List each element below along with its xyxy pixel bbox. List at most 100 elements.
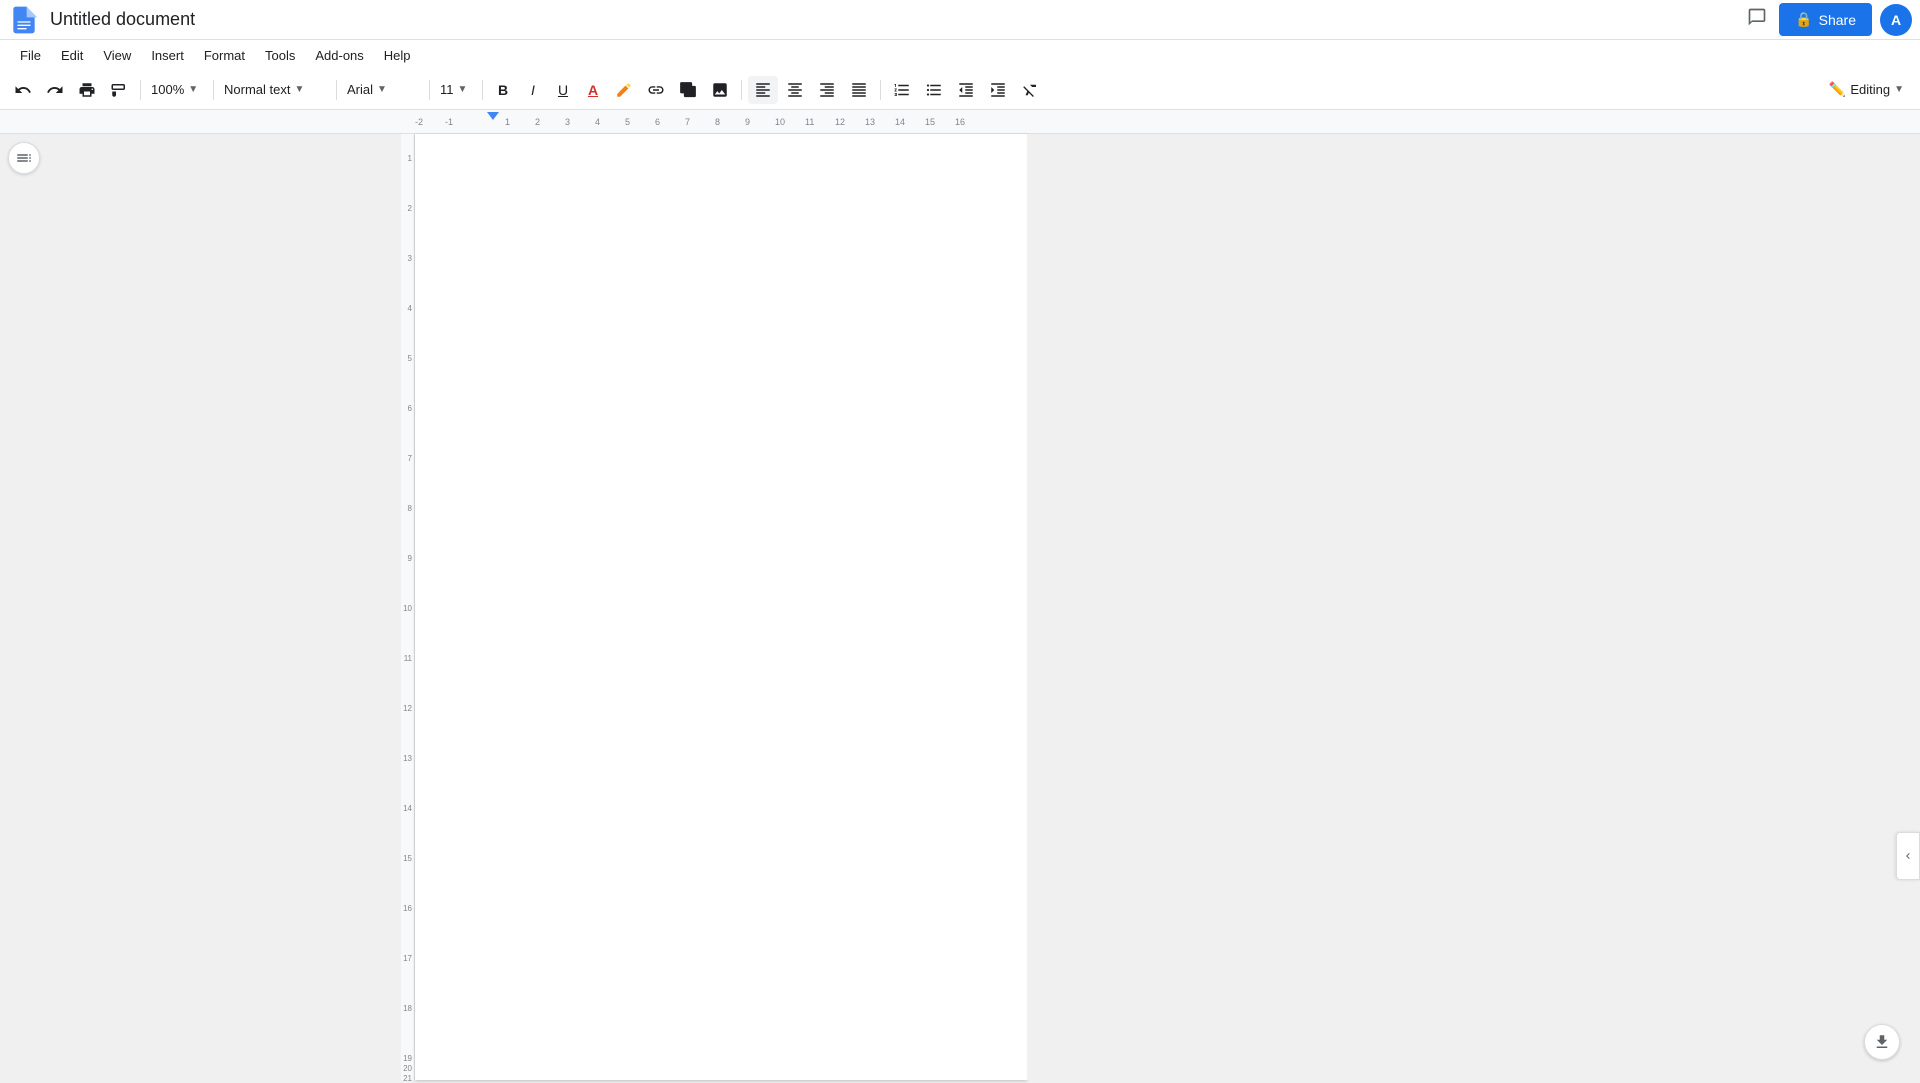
divider-2: [213, 80, 214, 100]
text-color-button[interactable]: A: [579, 76, 607, 104]
user-avatar[interactable]: A: [1880, 4, 1912, 36]
align-left-button[interactable]: [748, 76, 778, 104]
zoom-value: 100%: [151, 82, 184, 97]
editing-mode-selector[interactable]: ✏️ Editing ▼: [1821, 79, 1912, 100]
redo-button[interactable]: [40, 76, 70, 104]
v-ruler-mark: 11: [404, 654, 412, 663]
lock-icon: 🔒: [1795, 11, 1812, 28]
style-select[interactable]: Normal text ▼: [220, 80, 330, 99]
italic-button[interactable]: I: [519, 76, 547, 104]
ruler-mark: 16: [955, 117, 965, 127]
v-ruler-mark: 2: [408, 204, 412, 213]
pencil-icon: ✏️: [1829, 81, 1846, 98]
v-ruler-mark: 4: [408, 304, 412, 313]
increase-indent-button[interactable]: [983, 76, 1013, 104]
ruler-mark: 14: [895, 117, 905, 127]
divider-1: [140, 80, 141, 100]
align-right-button[interactable]: [812, 76, 842, 104]
font-size-arrow: ▼: [458, 84, 468, 95]
v-ruler-mark: 10: [403, 604, 412, 613]
ruler-mark: 10: [775, 117, 785, 127]
ordered-list-button[interactable]: [887, 76, 917, 104]
undo-button[interactable]: [8, 76, 38, 104]
v-ruler-mark: 14: [403, 804, 412, 813]
ruler-mark: 1: [505, 117, 510, 127]
paint-format-button[interactable]: [104, 76, 134, 104]
decrease-indent-button[interactable]: [951, 76, 981, 104]
indent-left-marker[interactable]: [487, 112, 499, 120]
ruler-mark: 13: [865, 117, 875, 127]
v-ruler-mark: 21: [403, 1074, 412, 1083]
ruler-mark: 12: [835, 117, 845, 127]
vertical-ruler: 1 2 3 4 5 6 7 8 9 10 11 12 13 14 15 16 1…: [401, 134, 415, 1080]
v-ruler-mark: 8: [408, 504, 412, 513]
ruler-mark: 6: [655, 117, 660, 127]
ruler-mark: 3: [565, 117, 570, 127]
v-ruler-mark: 13: [403, 754, 412, 763]
ruler-mark: -2: [415, 117, 423, 127]
ruler-mark: 5: [625, 117, 630, 127]
app-logo[interactable]: [8, 4, 40, 36]
main-layout: 1 2 3 4 5 6 7 8 9 10 11 12 13 14 15 16 1…: [0, 134, 1920, 1080]
v-ruler-mark: 1: [408, 154, 412, 163]
menu-view[interactable]: View: [95, 44, 139, 67]
v-ruler-mark: 16: [403, 904, 412, 913]
divider-6: [741, 80, 742, 100]
v-ruler-mark: 3: [408, 254, 412, 263]
v-ruler-mark: 7: [408, 454, 412, 463]
menu-tools[interactable]: Tools: [257, 44, 303, 67]
ruler-mark: 4: [595, 117, 600, 127]
print-button[interactable]: [72, 76, 102, 104]
document-area[interactable]: [415, 134, 1027, 1080]
divider-3: [336, 80, 337, 100]
font-select[interactable]: Arial ▼: [343, 80, 423, 99]
zoom-arrow: ▼: [188, 84, 198, 95]
v-ruler-mark: 15: [403, 854, 412, 863]
ruler-mark: 2: [535, 117, 540, 127]
image-button[interactable]: [705, 76, 735, 104]
outline-button[interactable]: [8, 142, 40, 174]
highlight-button[interactable]: [609, 76, 639, 104]
ruler-content: -2 -1 1 2 3 4 5 6 7 8 9 10 11 12 13 14 1…: [415, 110, 1015, 133]
doc-title[interactable]: Untitled document: [50, 9, 1743, 30]
bottom-right-buttons: [1864, 1024, 1900, 1060]
menu-edit[interactable]: Edit: [53, 44, 91, 67]
divider-7: [880, 80, 881, 100]
menu-file[interactable]: File: [12, 44, 49, 67]
save-to-drive-button[interactable]: [1864, 1024, 1900, 1060]
title-bar: Untitled document 🔒 Share A: [0, 0, 1920, 40]
clear-formatting-button[interactable]: [1015, 76, 1045, 104]
align-center-button[interactable]: [780, 76, 810, 104]
header-right: 🔒 Share A: [1743, 3, 1912, 37]
font-arrow: ▼: [377, 84, 387, 95]
ruler-mark: 15: [925, 117, 935, 127]
font-size-value: 11: [440, 82, 454, 97]
share-button[interactable]: 🔒 Share: [1779, 3, 1872, 36]
comment-button[interactable]: [1743, 3, 1771, 37]
justify-button[interactable]: [844, 76, 874, 104]
insert-comment-button[interactable]: [673, 76, 703, 104]
font-value: Arial: [347, 82, 373, 97]
v-ruler-mark: 5: [408, 354, 412, 363]
ruler: -2 -1 1 2 3 4 5 6 7 8 9 10 11 12 13 14 1…: [0, 110, 1920, 134]
unordered-list-button[interactable]: [919, 76, 949, 104]
link-button[interactable]: [641, 76, 671, 104]
v-ruler-mark: 12: [403, 704, 412, 713]
underline-button[interactable]: U: [549, 76, 577, 104]
menu-insert[interactable]: Insert: [143, 44, 192, 67]
bold-button[interactable]: B: [489, 76, 517, 104]
font-size-select[interactable]: 11 ▼: [436, 80, 476, 99]
v-ruler-mark: 20: [403, 1064, 412, 1073]
v-ruler-mark: 19: [403, 1054, 412, 1063]
menu-format[interactable]: Format: [196, 44, 253, 67]
expand-sidebar-button[interactable]: [1896, 832, 1920, 880]
editing-mode-label: Editing: [1850, 82, 1890, 97]
style-arrow: ▼: [294, 84, 304, 95]
ruler-mark: 9: [745, 117, 750, 127]
v-ruler-mark: 9: [408, 554, 412, 563]
menu-addons[interactable]: Add-ons: [307, 44, 371, 67]
ruler-mark: -1: [445, 117, 453, 127]
zoom-select[interactable]: 100% ▼: [147, 80, 207, 99]
menu-help[interactable]: Help: [376, 44, 419, 67]
v-ruler-mark: 6: [408, 404, 412, 413]
